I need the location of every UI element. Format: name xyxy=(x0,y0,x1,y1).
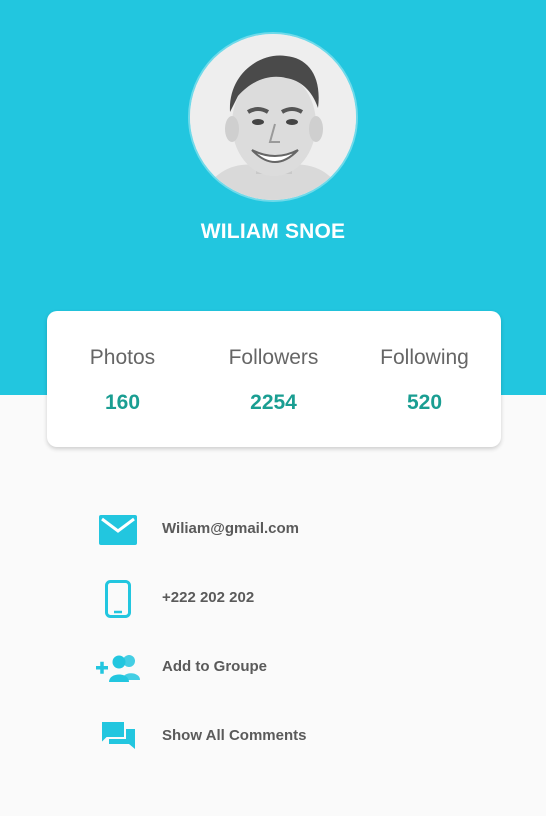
action-label-add-group: Add to Groupe xyxy=(162,658,267,675)
action-show-comments[interactable]: Show All Comments xyxy=(95,714,455,760)
stat-label-following: Following xyxy=(380,346,469,369)
email-icon xyxy=(95,507,141,553)
action-label-comments: Show All Comments xyxy=(162,727,307,744)
phone-icon xyxy=(95,576,141,622)
stat-label-photos: Photos xyxy=(89,346,156,369)
add-group-icon xyxy=(95,645,141,691)
stat-following[interactable]: Following 520 xyxy=(349,311,500,447)
stat-value-photos: 160 xyxy=(104,391,141,414)
stat-photos[interactable]: Photos 160 xyxy=(47,311,198,447)
avatar-photo xyxy=(190,34,356,200)
stat-followers[interactable]: Followers 2254 xyxy=(198,311,349,447)
action-phone[interactable]: +222 202 202 xyxy=(95,576,455,622)
stat-value-following: 520 xyxy=(406,391,443,414)
comments-icon xyxy=(95,714,141,760)
profile-screen: WILIAM SNOE Photos 160 Followers 2254 Fo… xyxy=(0,0,546,816)
profile-avatar[interactable] xyxy=(190,34,356,200)
stat-label-followers: Followers xyxy=(228,346,319,369)
action-label-email: Wiliam@gmail.com xyxy=(162,520,300,537)
stats-card: Photos 160 Followers 2254 Following 520 xyxy=(47,311,501,447)
action-email[interactable]: Wiliam@gmail.com xyxy=(95,507,455,553)
action-add-group[interactable]: Add to Groupe xyxy=(95,645,455,691)
profile-name: WILIAM SNOE xyxy=(200,220,346,243)
action-label-phone: +222 202 202 xyxy=(162,589,255,606)
stat-value-followers: 2254 xyxy=(250,391,297,414)
